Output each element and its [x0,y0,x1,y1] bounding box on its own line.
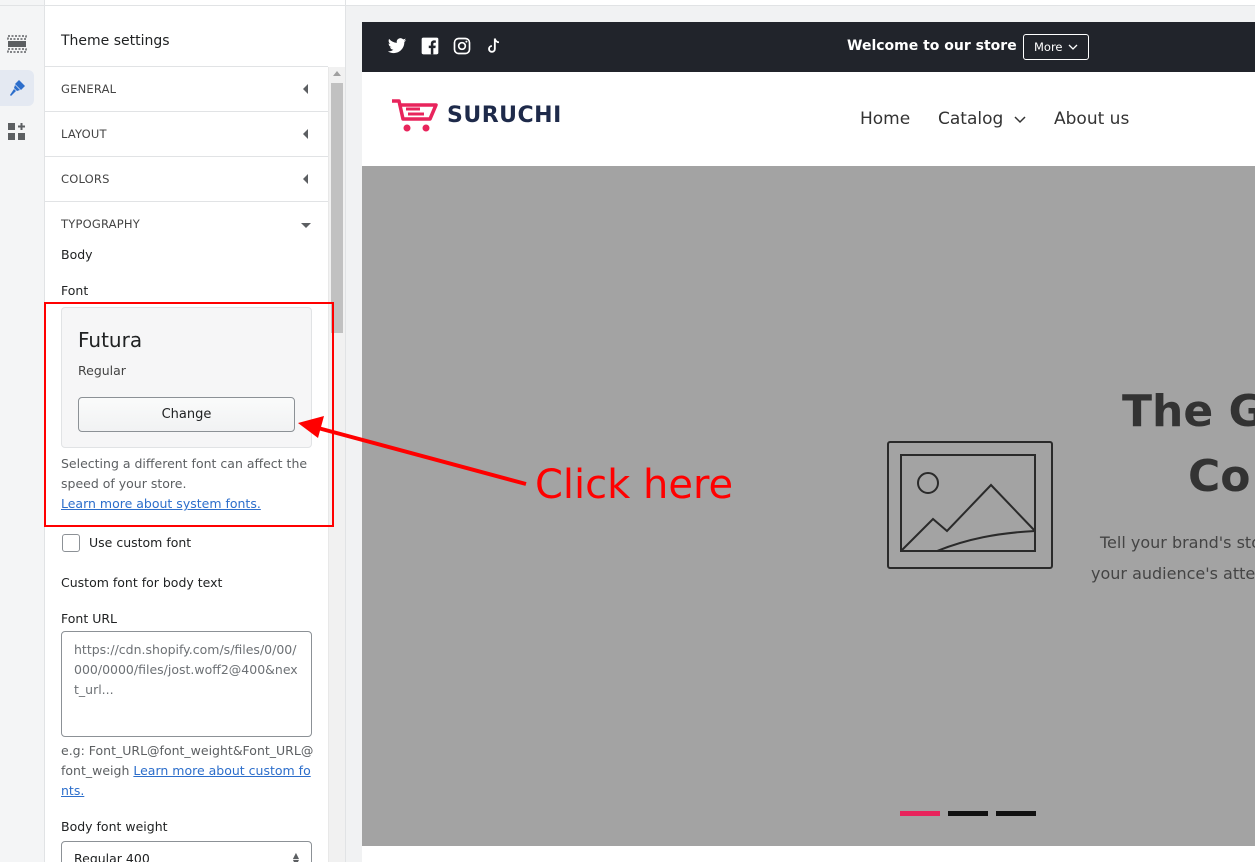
section-colors-label: COLORS [61,172,110,186]
scroll-up-icon[interactable] [333,71,341,76]
section-general-label: GENERAL [61,82,117,96]
hero-subtitle-line2: your audience's atten [1091,564,1255,583]
nav-home[interactable]: Home [860,109,910,129]
font-url-input[interactable]: https://cdn.shopify.com/s/files/0/00/000… [61,631,312,737]
body-weight-value: Regular 400 [74,851,150,862]
body-weight-select[interactable]: Regular 400 ▲▼ [61,841,312,862]
hero-title-line1: The G [1122,386,1255,437]
rail-top-divider [0,0,45,6]
icon-rail [0,0,45,862]
sections-button[interactable] [0,26,34,62]
body-weight-label: Body font weight [61,819,168,834]
announcement-text: Welcome to our store [847,38,1017,54]
font-name: Futura [78,328,143,352]
hero-title-line2: Co [1188,451,1251,502]
panel-scrollbar[interactable] [328,67,345,862]
select-arrows-icon: ▲▼ [292,851,299,862]
tiktok-icon[interactable] [484,36,504,56]
instagram-icon[interactable] [452,36,472,56]
theme-settings-panel: Theme settings GENERAL LAYOUT COLORS TYP… [45,0,346,862]
font-help-text: Selecting a different font can affect th… [61,454,316,514]
body-heading: Body [61,247,93,262]
panel-title: Theme settings [61,33,170,49]
facebook-icon[interactable] [420,36,440,56]
nav-catalog[interactable]: Catalog [938,109,1027,129]
nav-catalog-label: Catalog [938,109,1004,129]
image-placeholder-icon [887,441,1053,569]
caret-left-icon [303,84,308,94]
theme-brush-icon [10,80,25,96]
annotation-label: Click here [535,462,734,508]
panel-top-divider [45,0,345,6]
apps-icon [8,123,25,140]
hero-subtitle-line1: Tell your brand's sto [1100,533,1255,552]
section-layout-label: LAYOUT [61,127,107,141]
sections-icon [7,35,27,53]
caret-down-icon [301,223,311,228]
preview-top-divider [346,0,1255,6]
hero-slideshow: The G Co Tell your brand's sto your audi… [362,166,1255,846]
announcement-bar: Welcome to our store More [362,22,1255,72]
font-picker-card: Futura Regular Change [61,307,312,448]
slide-dot-2[interactable] [948,811,988,816]
font-url-example: e.g: Font_URL@font_weight&Font_URL@font_… [61,741,316,801]
custom-font-checkbox-label: Use custom font [89,535,192,550]
slide-dot-3[interactable] [996,811,1036,816]
brand-logo-text[interactable]: SURUCHI [447,103,562,128]
change-font-button[interactable]: Change [78,397,295,432]
font-style: Regular [78,363,126,378]
font-url-label: Font URL [61,611,117,626]
custom-font-heading: Custom font for body text [61,575,223,590]
store-header: SURUCHI Home Catalog About us [362,72,1255,166]
caret-left-icon [303,174,308,184]
more-button[interactable]: More [1023,34,1089,60]
section-typography-label: TYPOGRAPHY [61,217,140,231]
font-label: Font [61,283,89,298]
chevron-down-icon [1068,44,1078,50]
twitter-icon[interactable] [387,36,407,56]
store-preview: Welcome to our store More SURUCHI Home C… [362,22,1255,862]
font-help-message: Selecting a different font can affect th… [61,456,308,491]
section-layout[interactable]: LAYOUT [45,111,328,156]
apps-button[interactable] [0,114,34,150]
section-colors[interactable]: COLORS [45,156,328,201]
scroll-thumb[interactable] [331,83,343,333]
system-fonts-link[interactable]: Learn more about system fonts. [61,496,261,511]
custom-font-checkbox[interactable] [62,534,80,552]
theme-settings-button[interactable] [0,70,34,106]
caret-left-icon [303,129,308,139]
section-general[interactable]: GENERAL [45,66,328,111]
more-button-label: More [1034,40,1063,54]
cart-logo-icon[interactable] [390,97,440,137]
slide-dot-1[interactable] [900,811,940,816]
nav-about-us[interactable]: About us [1054,109,1129,129]
chevron-down-icon [1014,116,1026,124]
section-typography[interactable]: TYPOGRAPHY [45,201,328,246]
